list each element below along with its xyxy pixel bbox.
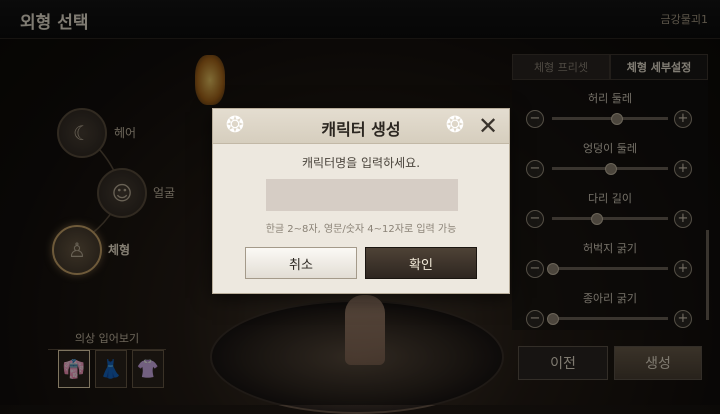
cloud-ornament-icon: ❂ [445,113,465,138]
close-icon[interactable]: ✕ [473,111,503,141]
name-rule-hint: 한글 2~8자, 영문/숫자 4~12자로 입력 가능 [265,224,457,235]
create-character-dialog: ❂ 캐릭터 생성 ❂ ✕ 캐릭터명을 입력하세요. 한글 2~8자, 영문/숫자… [212,108,510,294]
dialog-header: ❂ 캐릭터 생성 ❂ ✕ [213,109,509,144]
character-name-input[interactable] [266,179,458,211]
confirm-button[interactable]: 확인 [365,247,477,279]
cancel-button[interactable]: 취소 [245,247,357,279]
name-prompt: 캐릭터명을 입력하세요. [301,156,421,170]
